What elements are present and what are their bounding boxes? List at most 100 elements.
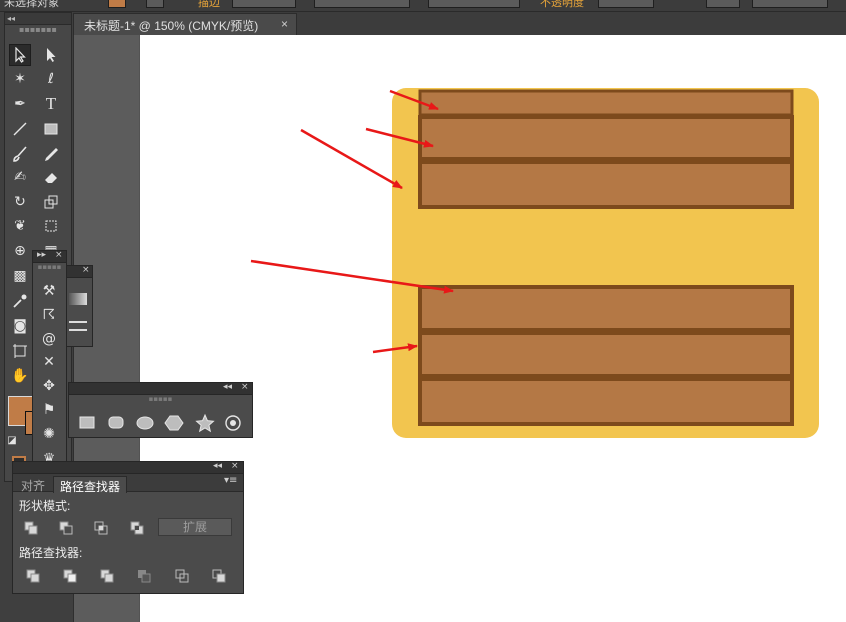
- magic-wand-icon[interactable]: ✶: [9, 68, 31, 90]
- unite-icon[interactable]: [24, 521, 38, 535]
- pucker-tool-icon[interactable]: ✕: [38, 351, 60, 373]
- stroke-link[interactable]: 描边: [198, 0, 220, 10]
- expand-button[interactable]: 扩展: [158, 518, 232, 536]
- shape-tools-flyout: ◂◂ × ▪▪▪▪▪: [68, 382, 253, 438]
- free-transform-icon[interactable]: [40, 215, 62, 237]
- lasso-icon[interactable]: ℓ: [40, 68, 62, 90]
- bloat-tool-icon[interactable]: ✥: [38, 375, 60, 397]
- default-colors-icon[interactable]: ◪: [5, 433, 19, 447]
- rounded-rectangle-icon[interactable]: [108, 416, 124, 429]
- flyout-header: ▸▸ ×: [33, 250, 66, 263]
- width-tool-icon[interactable]: ⚒: [38, 280, 60, 302]
- twirl-tool-icon[interactable]: @: [38, 328, 60, 350]
- polygon-icon[interactable]: [164, 415, 184, 431]
- line-tool-icon[interactable]: [9, 118, 31, 140]
- panel-menu-icon[interactable]: ▾≡: [224, 475, 237, 486]
- mesh-icon[interactable]: ▩: [9, 265, 31, 287]
- document-setup-button[interactable]: [752, 0, 828, 8]
- rectangle-icon[interactable]: [79, 416, 95, 429]
- expand-icon[interactable]: ▸▸: [37, 250, 46, 260]
- artwork: [250, 88, 819, 438]
- scallop-tool-icon[interactable]: ⚑: [38, 399, 60, 421]
- gradient-tool-icon[interactable]: [69, 293, 87, 305]
- star-icon[interactable]: [195, 413, 215, 433]
- minus-back-icon[interactable]: [212, 569, 226, 583]
- brush-definition-select[interactable]: [428, 0, 520, 8]
- tab-align[interactable]: 对齐: [15, 476, 51, 493]
- close-tab-icon[interactable]: ×: [281, 17, 288, 31]
- merge-icon[interactable]: [100, 569, 114, 583]
- paintbrush-icon[interactable]: [9, 143, 31, 165]
- type-tool-icon[interactable]: T: [40, 93, 62, 115]
- shape-tool-icons: [79, 413, 241, 433]
- variable-width-select[interactable]: [314, 0, 410, 8]
- plank-5[interactable]: [418, 331, 794, 378]
- shape-modes-label: 形状模式:: [19, 499, 71, 513]
- crop-icon[interactable]: [138, 570, 151, 583]
- toolbox-grip[interactable]: ▪▪▪▪▪▪▪: [5, 25, 71, 35]
- style-select[interactable]: [706, 0, 740, 8]
- pen-tool-icon[interactable]: ✒: [9, 93, 31, 115]
- illustrator-window: 未选择对象 描边 不透明度 未标题-1* @ 150% (CMYK/预览) ×: [0, 0, 846, 622]
- shape-flyout-header: ◂◂ ×: [69, 382, 252, 395]
- close-icon[interactable]: ×: [82, 265, 90, 275]
- toolbox-header[interactable]: ◂◂: [5, 13, 71, 25]
- opacity-link[interactable]: 不透明度: [540, 0, 584, 10]
- selection-tool-icon[interactable]: [9, 44, 31, 66]
- pathfinder-tabs: 对齐 路径查找器 ▾≡: [13, 474, 243, 494]
- plank-6[interactable]: [418, 377, 794, 426]
- symbol-sprayer-icon[interactable]: ◙: [9, 315, 31, 337]
- control-bar: 未选择对象 描边 不透明度: [0, 0, 846, 12]
- stroke-color-control[interactable]: [146, 0, 164, 8]
- trim-icon[interactable]: [63, 569, 77, 583]
- direct-selection-tool-icon[interactable]: [40, 44, 62, 66]
- plank-2[interactable]: [418, 115, 794, 161]
- divide-icon[interactable]: [26, 569, 40, 583]
- selection-status: 未选择对象: [4, 0, 59, 9]
- flyout-grip[interactable]: ▪▪▪▪▪: [69, 395, 252, 403]
- outline-icon[interactable]: [175, 569, 189, 583]
- minus-front-icon[interactable]: [59, 521, 73, 535]
- plank-4[interactable]: [418, 285, 794, 332]
- rotate-icon[interactable]: ↻: [9, 191, 31, 213]
- crystallize-tool-icon[interactable]: ✺: [38, 423, 60, 445]
- close-icon[interactable]: ×: [241, 382, 249, 392]
- intersect-icon[interactable]: [94, 521, 108, 535]
- eraser-icon[interactable]: [40, 166, 62, 188]
- collapse-icon[interactable]: ◂◂: [223, 382, 232, 392]
- eyedropper-icon[interactable]: [9, 290, 31, 312]
- close-icon[interactable]: ×: [55, 250, 63, 260]
- artboard-icon[interactable]: [9, 340, 31, 362]
- mesh-lines-icon[interactable]: [69, 321, 87, 331]
- hand-icon[interactable]: ✋: [9, 365, 31, 387]
- blob-brush-icon[interactable]: ✍: [9, 166, 31, 188]
- pathfinder-panel: ◂◂ × 对齐 路径查找器 ▾≡ 形状模式: 扩展 路径查找器:: [12, 461, 244, 594]
- warp-tool-icon[interactable]: ☈: [38, 304, 60, 326]
- pathfinder-header: ◂◂ ×: [13, 461, 243, 474]
- scale-icon[interactable]: [40, 191, 62, 213]
- shape-mode-buttons: [24, 521, 144, 535]
- shape-builder-icon[interactable]: ⊕: [9, 240, 31, 262]
- pathfinders-label: 路径查找器:: [19, 546, 83, 560]
- width-tools-flyout: ▸▸ × ▪▪▪▪▪ ⚒ ☈ @ ✕ ✥ ⚑ ✺ ♛: [32, 250, 67, 474]
- gradient-flyout-header: ×: [64, 265, 92, 278]
- ellipse-icon[interactable]: [136, 416, 154, 430]
- pathfinder-buttons: [26, 569, 226, 583]
- opacity-field[interactable]: [598, 0, 654, 8]
- plank-3[interactable]: [418, 160, 794, 209]
- pencil-icon[interactable]: [40, 143, 62, 165]
- flyout-grip[interactable]: ▪▪▪▪▪: [33, 263, 66, 271]
- rectangle-tool-icon[interactable]: [40, 118, 62, 140]
- plank-1[interactable]: [418, 89, 794, 117]
- stroke-weight-field[interactable]: [232, 0, 296, 8]
- tab-pathfinder[interactable]: 路径查找器: [53, 476, 128, 494]
- warp-icon[interactable]: ❦: [9, 215, 31, 237]
- document-tab[interactable]: 未标题-1* @ 150% (CMYK/预览) ×: [73, 13, 297, 35]
- exclude-icon[interactable]: [130, 521, 144, 535]
- close-icon[interactable]: ×: [231, 461, 239, 471]
- collapse-icon[interactable]: ◂◂: [213, 461, 222, 471]
- artboard[interactable]: [140, 35, 846, 622]
- arrow-3: [300, 128, 403, 190]
- fill-color-control[interactable]: [108, 0, 126, 8]
- document-tab-title: 未标题-1* @ 150% (CMYK/预览): [84, 19, 259, 33]
